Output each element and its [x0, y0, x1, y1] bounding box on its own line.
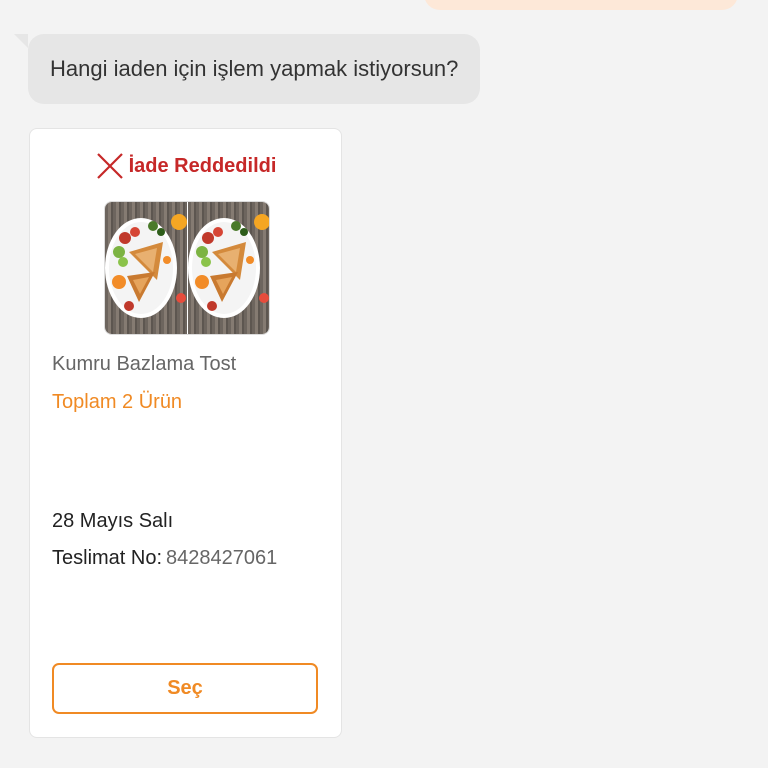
select-button[interactable]: Seç: [52, 663, 318, 714]
return-status: İade Reddedildi: [30, 151, 341, 181]
delivery-label: Teslimat No: [52, 547, 157, 569]
return-card[interactable]: İade Reddedildi Kumru Bazlama Tost Topla…: [29, 128, 342, 738]
chat-screen: Hangi iaden için işlem yapmak istiyorsun…: [0, 0, 768, 768]
bot-message-bubble: Hangi iaden için işlem yapmak istiyorsun…: [13, 34, 481, 104]
close-icon: [95, 151, 125, 181]
user-message-bubble: [424, 0, 738, 10]
product-name: Kumru Bazlama Tost: [52, 353, 237, 375]
delivery-number: 8428427061: [166, 547, 278, 569]
product-image: [186, 202, 269, 334]
return-date: 28 Mayıs Salı: [52, 510, 174, 532]
product-images: [104, 201, 270, 335]
delivery-info: Teslimat No: 8428427061: [52, 547, 277, 570]
product-count: Toplam 2 Ürün: [52, 391, 183, 413]
bot-message-text: Hangi iaden için işlem yapmak istiyorsun…: [50, 56, 459, 81]
delivery-separator: :: [156, 547, 163, 569]
product-image: [105, 202, 187, 334]
return-status-label: İade Reddedildi: [128, 154, 277, 177]
